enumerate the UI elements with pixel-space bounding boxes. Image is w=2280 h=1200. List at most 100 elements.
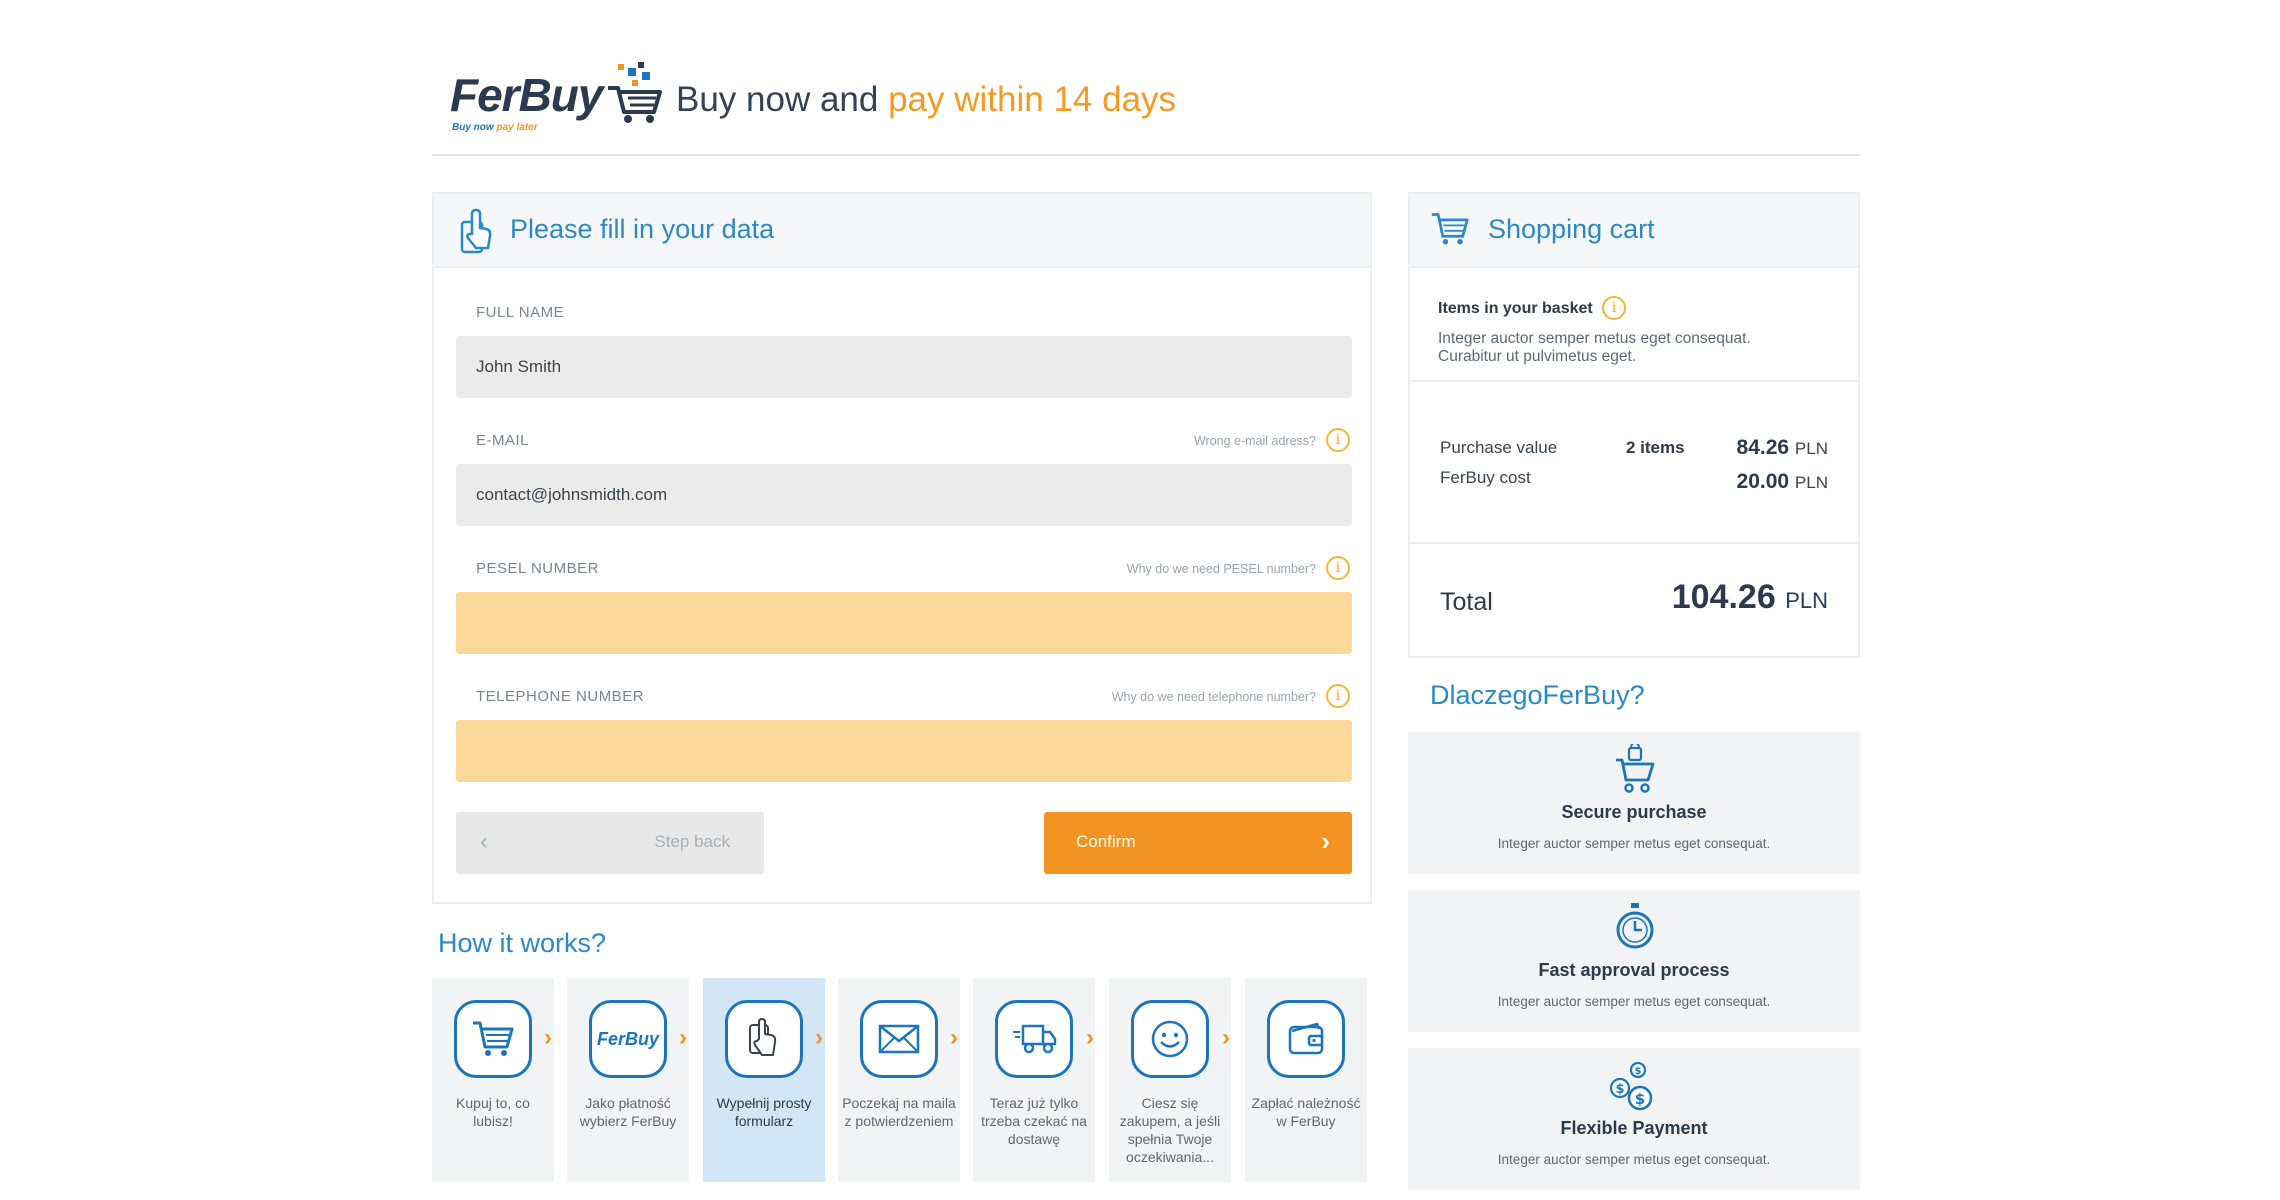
how-step-4: Poczekaj na maila z potwierdzeniem <box>838 978 960 1182</box>
feature-description: Integer auctor semper metus eget consequ… <box>1497 1152 1771 1167</box>
logo-wordmark: FerBuy <box>450 69 603 121</box>
pesel-info-icon[interactable]: i <box>1326 556 1350 580</box>
ferbuy-cost-amount: 20.00 PLN <box>1737 470 1828 494</box>
full-name-label: FULL NAME <box>476 304 565 321</box>
logo-cart-icon <box>608 62 662 123</box>
feature-description: Integer auctor semper metus eget consequ… <box>1497 994 1771 1009</box>
chevron-left-icon: ‹ <box>480 828 488 855</box>
logo-tagline-start: Buy now <box>452 122 497 133</box>
chevron-right-icon: › <box>1321 826 1330 856</box>
ferbuy-logo[interactable]: FerBuy Buy now pay later <box>450 54 662 134</box>
basket-info-icon[interactable]: i <box>1602 296 1626 320</box>
hand-pointer-icon <box>749 1018 777 1056</box>
how-step-text: Ciesz się zakupem, a jeśli spełnia Twoje… <box>1119 1095 1221 1165</box>
telephone-hint-link[interactable]: Why do we need telephone number? <box>1112 690 1316 704</box>
ferbuy-logo-icon: FerBuy <box>596 1028 659 1049</box>
how-step-icon-frame: FerBuy <box>589 1000 667 1078</box>
data-form-card: Please fill in your data FULL NAME John … <box>432 192 1372 904</box>
how-step-icon-frame <box>454 1000 532 1078</box>
telephone-info-icon[interactable]: i <box>1326 684 1350 708</box>
feature-description: Integer auctor semper metus eget consequ… <box>1497 836 1771 851</box>
form-title: Please fill in your data <box>510 214 775 244</box>
coins-icon: $ $ $ <box>1609 1061 1653 1111</box>
how-step-text: Jako płatność wybierz FerBuy <box>579 1095 677 1129</box>
tagline-start: Buy now and <box>676 80 889 119</box>
logo-tagline-end: pay later <box>496 122 538 133</box>
total-label: Total <box>1440 588 1493 616</box>
tagline-highlight: pay within 14 days <box>888 80 1177 119</box>
smiley-icon <box>1151 1020 1189 1058</box>
logo-tagline: Buy now pay later <box>452 122 538 133</box>
telephone-input[interactable] <box>456 720 1352 782</box>
cart-icon <box>1431 213 1469 245</box>
cart-divider <box>1410 542 1858 544</box>
chevron-right-icon: › <box>1222 1024 1230 1051</box>
stopwatch-icon <box>1616 903 1654 949</box>
email-hint-link[interactable]: Wrong e-mail adress? <box>1194 434 1316 448</box>
how-step-7: Zapłać należność w FerBuy <box>1245 978 1367 1182</box>
email-label: E-MAIL <box>476 432 530 449</box>
pesel-hint-link[interactable]: Why do we need PESEL number? <box>1127 562 1316 576</box>
total-number: 104.26 <box>1671 578 1776 616</box>
total-amount: 104.26 PLN <box>1672 578 1828 617</box>
basket-title: Items in your basket <box>1438 300 1593 317</box>
step-back-button[interactable]: ‹ Step back <box>456 812 764 874</box>
page-header: FerBuy Buy now pay later Buy now and pay… <box>432 40 1860 156</box>
shopping-cart-card: Shopping cart Items in your basket i Int… <box>1408 192 1860 658</box>
how-step-icon-frame <box>725 1000 803 1078</box>
purchase-value-number: 84.26 <box>1736 436 1790 459</box>
feature-fast-approval: Fast approval process Integer auctor sem… <box>1408 890 1860 1032</box>
how-step-icon-frame <box>1267 1000 1345 1078</box>
how-step-text: Kupuj to, co lubisz! <box>456 1095 530 1129</box>
cart-card-header: Shopping cart <box>1410 194 1858 268</box>
ferbuy-cost-label: FerBuy cost <box>1440 468 1531 487</box>
cart-divider <box>1410 380 1858 382</box>
step-back-label: Step back <box>654 832 730 851</box>
feature-name: Flexible Payment <box>1560 1118 1708 1138</box>
svg-text:$: $ <box>1615 1082 1624 1097</box>
confirm-label: Confirm <box>1076 832 1136 851</box>
email-info-icon[interactable]: i <box>1326 428 1350 452</box>
form-card-header: Please fill in your data <box>434 194 1370 268</box>
cart-title: Shopping cart <box>1488 214 1655 244</box>
header-tagline: Buy now and pay within 14 days <box>676 80 1176 120</box>
touch-phone-icon <box>460 208 492 254</box>
how-step-1: Kupuj to, co lubisz! <box>432 978 554 1182</box>
how-step-text: Poczekaj na maila z potwierdzeniem <box>842 1095 956 1129</box>
cart-icon <box>473 1021 514 1056</box>
full-name-input[interactable]: John Smith <box>456 336 1352 398</box>
how-step-icon-frame <box>860 1000 938 1078</box>
purchase-value-label: Purchase value <box>1440 438 1558 457</box>
envelope-icon <box>878 1024 920 1054</box>
basket-description: Integer auctor semper metus eget consequ… <box>1438 330 1751 365</box>
how-step-3: Wypełnij prosty formularz <box>703 978 825 1182</box>
how-step-icon-frame <box>995 1000 1073 1078</box>
chevron-right-icon: › <box>1086 1024 1094 1051</box>
how-step-text: Wypełnij prosty formularz <box>716 1095 812 1129</box>
how-it-works-title: How it works? <box>438 928 607 958</box>
telephone-label: TELEPHONE NUMBER <box>476 688 645 705</box>
feature-name: Secure purchase <box>1561 802 1707 822</box>
pesel-label: PESEL NUMBER <box>476 560 599 577</box>
secure-cart-icon <box>1616 744 1655 793</box>
chevron-right-icon: › <box>950 1024 958 1051</box>
chevron-right-icon: › <box>679 1024 687 1051</box>
ferbuy-cost-number: 20.00 <box>1736 470 1790 493</box>
items-count: 2 items <box>1626 438 1685 457</box>
chevron-right-icon: › <box>815 1024 823 1051</box>
pesel-input[interactable] <box>456 592 1352 654</box>
confirm-button[interactable]: Confirm › <box>1044 812 1352 874</box>
currency-label: PLN <box>1785 588 1828 613</box>
why-ferbuy-title: DlaczegoFerBuy? <box>1430 680 1645 710</box>
feature-name: Fast approval process <box>1538 960 1730 980</box>
how-step-icon-frame <box>1131 1000 1209 1078</box>
purchase-value-amount: 84.26 PLN <box>1737 436 1828 460</box>
how-step-5: Teraz już tylko trzeba czekać na dostawę <box>973 978 1095 1182</box>
email-input[interactable]: contact@johnsmidth.com <box>456 464 1352 526</box>
wallet-icon <box>1288 1022 1324 1055</box>
how-step-text: Zapłać należność w FerBuy <box>1251 1095 1361 1129</box>
svg-text:$: $ <box>1635 1090 1645 1108</box>
chevron-right-icon: › <box>544 1024 552 1051</box>
feature-secure-purchase: Secure purchase Integer auctor semper me… <box>1408 732 1860 874</box>
currency-label: PLN <box>1794 473 1828 492</box>
